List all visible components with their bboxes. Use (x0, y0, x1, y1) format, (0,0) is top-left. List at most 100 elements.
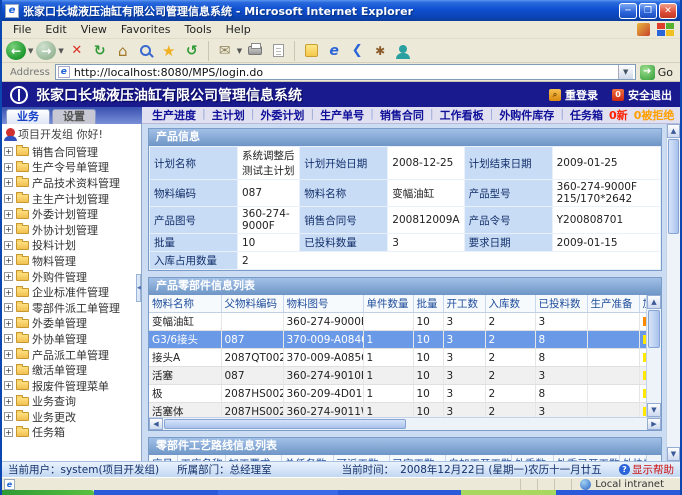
minimize-button[interactable]: ─ (619, 3, 637, 19)
tree-item[interactable]: +报废件管理菜单 (2, 378, 141, 394)
column-header[interactable]: 已投料数 (535, 295, 587, 313)
edit-icon[interactable] (268, 41, 288, 61)
media-icon[interactable]: ❮ (347, 41, 367, 61)
expand-icon[interactable]: + (4, 350, 13, 359)
column-header[interactable]: 总任务数 (281, 455, 333, 461)
route-vertical-scrollbar[interactable]: ▼ (646, 455, 661, 461)
expand-icon[interactable]: + (4, 334, 13, 343)
forward-icon[interactable]: → (36, 41, 56, 60)
expand-icon[interactable]: + (4, 381, 13, 390)
nav-link[interactable]: 销售合同 (380, 107, 424, 123)
tree-item[interactable]: +零部件派工单管理 (2, 300, 141, 316)
new-tasks-badge[interactable]: 0新 (609, 107, 628, 123)
column-header[interactable]: 入库数 (485, 295, 535, 313)
expand-icon[interactable]: + (4, 366, 13, 375)
tree-item[interactable]: +产品技术资料管理 (2, 175, 141, 191)
home-icon[interactable]: ⌂ (113, 41, 133, 61)
menu-view[interactable]: View (74, 22, 114, 37)
expand-icon[interactable]: + (4, 303, 13, 312)
tree-item[interactable]: +外协单管理 (2, 331, 141, 347)
menu-tools[interactable]: Tools (178, 22, 219, 37)
internet-explorer-icon[interactable]: e (324, 41, 344, 61)
column-header[interactable]: 单件数量 (363, 295, 413, 313)
back-icon[interactable]: ← (6, 41, 26, 60)
column-header[interactable]: 外委数 (511, 455, 553, 461)
expand-icon[interactable]: + (4, 319, 13, 328)
expand-icon[interactable]: + (4, 163, 13, 172)
mail-dropdown-icon[interactable]: ▼ (237, 47, 242, 55)
scroll-left-icon[interactable]: ◀ (149, 418, 163, 430)
tree-item[interactable]: +缴活单管理 (2, 362, 141, 378)
rejected-tasks-badge[interactable]: 0被拒绝 (634, 107, 675, 123)
nav-link[interactable]: 外委计划 (260, 107, 304, 123)
logout-button[interactable]: 0 安全退出 (612, 87, 672, 103)
column-header[interactable]: 序号 (149, 455, 177, 461)
tree-item[interactable]: +物料管理 (2, 253, 141, 269)
notes-icon[interactable] (301, 41, 321, 61)
column-header[interactable]: 已完工数 (389, 455, 445, 461)
taskbar-button[interactable] (461, 490, 556, 495)
expand-icon[interactable]: + (4, 241, 13, 250)
favorites-icon[interactable]: ★ (159, 41, 179, 61)
nav-link[interactable]: 主计划 (212, 107, 245, 123)
menu-favorites[interactable]: Favorites (114, 22, 178, 37)
messenger-icon[interactable] (393, 41, 413, 61)
tree-item[interactable]: +主生产计划管理 (2, 191, 141, 207)
history-icon[interactable]: ↺ (182, 41, 202, 61)
column-header[interactable]: 开工数 (443, 295, 485, 313)
address-dropdown-icon[interactable]: ▼ (618, 65, 633, 79)
column-header[interactable]: 可派工数 (333, 455, 389, 461)
column-header[interactable]: 加工要求 (225, 455, 281, 461)
maximize-button[interactable]: ❐ (639, 3, 657, 19)
column-header[interactable]: 自加工开工数 (445, 455, 511, 461)
scroll-down-icon[interactable]: ▼ (647, 403, 661, 417)
column-header[interactable]: 物料名称 (149, 295, 221, 313)
back-dropdown-icon[interactable]: ▼ (28, 47, 33, 55)
stop-icon[interactable]: ✕ (67, 41, 87, 61)
column-header[interactable]: 工序名称 (177, 455, 225, 461)
tree-item[interactable]: +外委计划管理 (2, 206, 141, 222)
table-row[interactable]: 变幅油缸360-274-9000F1032329 % (149, 313, 661, 331)
tree-item[interactable]: +销售合同管理 (2, 144, 141, 160)
table-row[interactable]: G3/6接头087370-009-A084011032820 % (149, 331, 661, 349)
sidebar-collapse-handle[interactable]: ◀ (136, 274, 141, 302)
nav-link[interactable]: 生产单号 (320, 107, 364, 123)
nav-link[interactable]: 任务箱 (570, 107, 603, 123)
expand-icon[interactable]: + (4, 288, 13, 297)
tree-item[interactable]: +外协计划管理 (2, 222, 141, 238)
table-row[interactable]: 接头A2087QT002370-009-A085011032820 % (149, 349, 661, 367)
expand-icon[interactable]: + (4, 147, 13, 156)
scroll-up-icon[interactable]: ▲ (647, 295, 661, 309)
menu-file[interactable]: File (6, 22, 38, 37)
relogin-button[interactable]: ⌕ 重登录 (549, 87, 598, 103)
tree-item[interactable]: +外购件管理 (2, 269, 141, 285)
main-vertical-scrollbar[interactable]: ▲ ▼ (666, 124, 680, 461)
tab-settings[interactable]: 设置 (52, 109, 96, 124)
scroll-right-icon[interactable]: ▶ (647, 418, 661, 430)
close-button[interactable]: ✕ (659, 3, 677, 19)
parts-horizontal-scrollbar[interactable]: ◀ ▶ (149, 417, 661, 430)
column-header[interactable]: 物料图号 (283, 295, 363, 313)
expand-icon[interactable]: + (4, 428, 13, 437)
column-header[interactable]: 批量 (413, 295, 443, 313)
table-row[interactable]: 活塞087360-274-9010F11032320 % (149, 367, 661, 385)
scroll-down-icon[interactable]: ▼ (667, 447, 680, 461)
expand-icon[interactable]: + (4, 272, 13, 281)
tab-business[interactable]: 业务 (6, 109, 50, 124)
show-help-button[interactable]: ? 显示帮助 (619, 462, 674, 477)
expand-icon[interactable]: + (4, 210, 13, 219)
tree-item[interactable]: +外委单管理 (2, 316, 141, 332)
nav-link[interactable]: 生产进度 (152, 107, 196, 123)
nav-link[interactable]: 外购件库存 (499, 107, 554, 123)
expand-icon[interactable]: + (4, 225, 13, 234)
table-row[interactable]: 极2087HS002360-209-4D01011032820 % (149, 385, 661, 403)
expand-icon[interactable]: + (4, 397, 13, 406)
refresh-icon[interactable]: ↻ (90, 41, 110, 61)
tree-item[interactable]: +任务箱 (2, 425, 141, 441)
nav-link[interactable]: 工作看板 (440, 107, 484, 123)
debug-icon[interactable]: ✱ (370, 41, 390, 61)
menu-help[interactable]: Help (219, 22, 258, 37)
tree-item[interactable]: +业务查询 (2, 394, 141, 410)
expand-icon[interactable]: + (4, 194, 13, 203)
expand-icon[interactable]: + (4, 256, 13, 265)
